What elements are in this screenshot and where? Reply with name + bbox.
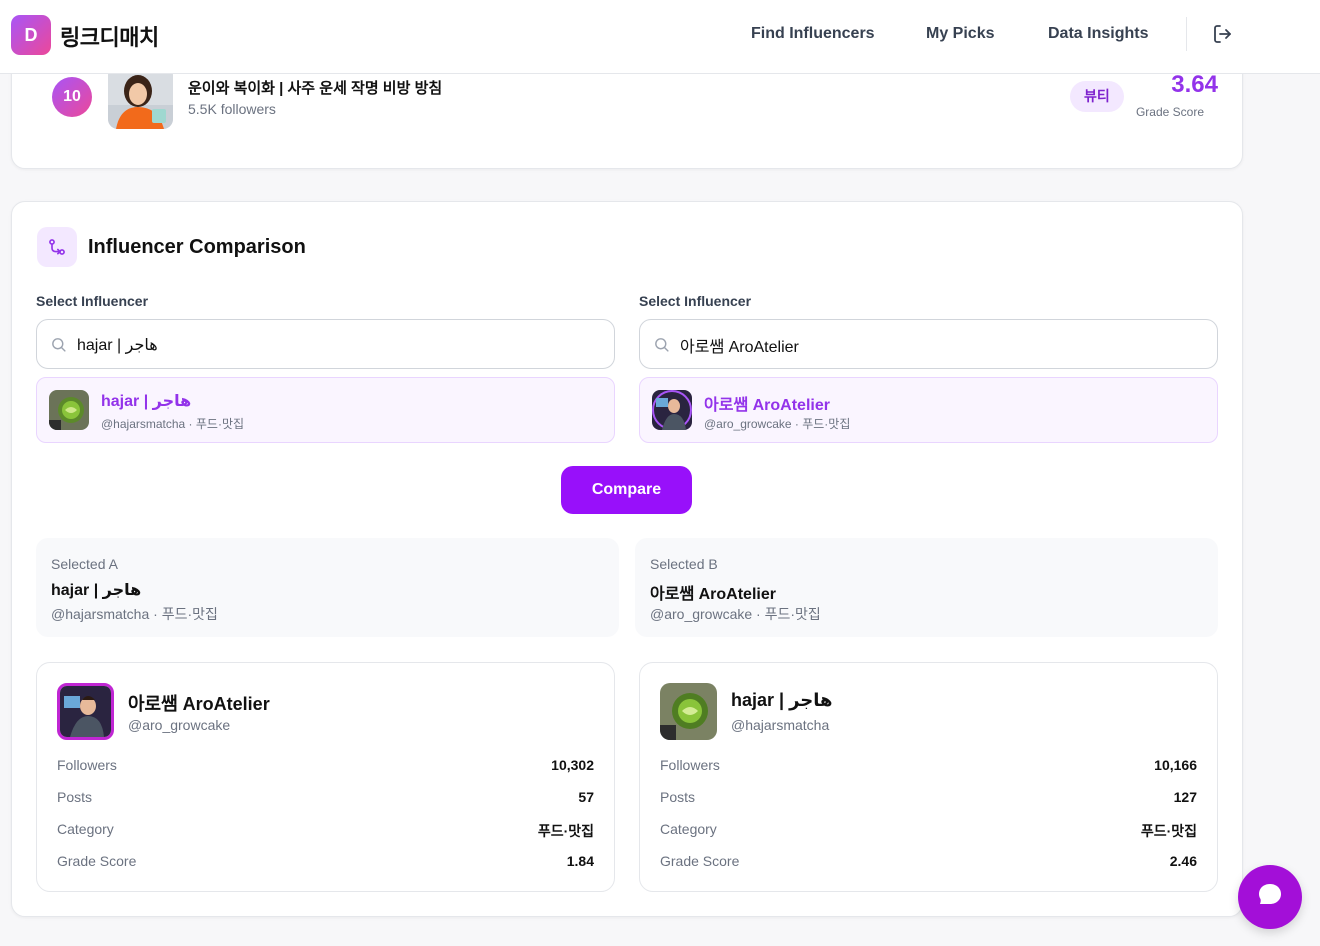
result-name-b: 아로쌤 AroAtelier <box>704 397 830 414</box>
search-input-a[interactable] <box>77 332 597 358</box>
selected-a-summary: Selected A hajar | هاجر @hajarsmatcha · … <box>36 538 619 637</box>
avatar <box>108 65 173 129</box>
category-badge: 뷰티 <box>1070 81 1124 112</box>
stat-row-grade-score: Grade Score 1.84 <box>57 853 594 875</box>
search-result-b[interactable]: 아로쌤 AroAtelier @aro_growcake · 푸드·맛집 <box>639 377 1218 443</box>
stat-card-handle: @hajarsmatcha <box>731 717 830 733</box>
search-result-a[interactable]: hajar | هاجر @hajarsmatcha · 푸드·맛집 <box>36 377 615 443</box>
stat-row-followers: Followers 10,166 <box>660 757 1197 779</box>
influencer-stat-card: hajar | هاجر @hajarsmatcha Followers 10,… <box>639 662 1218 892</box>
stat-value: 57 <box>578 789 594 805</box>
result-meta-b: @aro_growcake · 푸드·맛집 <box>704 417 851 431</box>
compare-icon <box>37 227 77 267</box>
stat-value: 푸드·맛집 <box>1140 823 1197 839</box>
avatar <box>49 390 89 430</box>
search-field-b[interactable] <box>639 319 1218 369</box>
selected-b-summary: Selected B 아로쌤 AroAtelier @aro_growcake … <box>635 538 1218 637</box>
stat-value: 푸드·맛집 <box>537 823 594 839</box>
stat-label: Followers <box>660 757 720 773</box>
selected-b-name: 아로쌤 AroAtelier <box>650 586 776 603</box>
stat-row-category: Category 푸드·맛집 <box>57 821 594 843</box>
stat-row-category: Category 푸드·맛집 <box>660 821 1197 843</box>
stat-label: Grade Score <box>57 853 137 869</box>
divider <box>1186 17 1187 51</box>
stat-value: 1.84 <box>566 853 594 869</box>
grade-score-label: Grade Score <box>1135 105 1204 119</box>
app-name[interactable]: 링크디매치 <box>60 20 159 52</box>
top-nav: D 링크디매치 Find Influencers My Picks Data I… <box>0 0 1320 74</box>
nav-my-picks[interactable]: My Picks <box>926 25 994 43</box>
selected-a-label: Selected A <box>51 556 118 572</box>
selected-b-meta: @aro_growcake · 푸드·맛집 <box>650 606 821 622</box>
ranking-followers: 5.5K followers <box>188 101 276 117</box>
stat-value: 127 <box>1173 789 1197 805</box>
result-name-a: hajar | هاجر <box>101 393 192 410</box>
stat-card-handle: @aro_growcake <box>128 717 231 733</box>
stat-card-name: hajar | هاجر <box>731 690 833 710</box>
avatar <box>57 683 114 740</box>
avatar <box>660 683 717 740</box>
comparison-card: Influencer Comparison Select Influencer … <box>11 201 1243 917</box>
stat-row-posts: Posts 127 <box>660 789 1197 811</box>
stat-label: Posts <box>660 789 696 805</box>
logout-icon[interactable] <box>1211 22 1237 48</box>
chat-icon <box>1257 882 1283 913</box>
stat-label: Category <box>660 821 717 837</box>
stat-label: Posts <box>57 789 93 805</box>
selected-a-meta: @hajarsmatcha · 푸드·맛집 <box>51 606 218 622</box>
search-icon <box>50 336 67 353</box>
stat-value: 2.46 <box>1169 853 1197 869</box>
result-meta-a: @hajarsmatcha · 푸드·맛집 <box>101 417 245 431</box>
stat-card-name: 아로쌤 AroAtelier <box>128 694 270 714</box>
search-icon <box>653 336 670 353</box>
stat-row-posts: Posts 57 <box>57 789 594 811</box>
stat-value: 10,166 <box>1154 757 1197 773</box>
compare-button[interactable]: Compare <box>561 466 692 514</box>
avatar <box>652 390 692 430</box>
chat-button[interactable] <box>1238 865 1302 929</box>
stat-label: Followers <box>57 757 117 773</box>
grade-score-value: 3.64 <box>1171 71 1218 98</box>
influencer-stat-card: 아로쌤 AroAtelier @aro_growcake Followers 1… <box>36 662 615 892</box>
select-label-a: Select Influencer <box>36 293 149 309</box>
selected-a-name: hajar | هاجر <box>51 582 142 599</box>
logo[interactable]: D <box>11 15 51 55</box>
rank-badge: 10 <box>52 77 92 117</box>
select-label-b: Select Influencer <box>639 293 752 309</box>
stat-label: Category <box>57 821 114 837</box>
stat-row-followers: Followers 10,302 <box>57 757 594 779</box>
stat-value: 10,302 <box>551 757 594 773</box>
selected-b-label: Selected B <box>650 556 718 572</box>
section-title: Influencer Comparison <box>88 236 306 258</box>
search-field-a[interactable] <box>36 319 615 369</box>
search-input-b[interactable] <box>680 332 1200 358</box>
nav-find-influencers[interactable]: Find Influencers <box>751 25 875 43</box>
ranking-name[interactable]: 운이와 복이화 | 사주 운세 작명 비방 방침 <box>188 77 442 98</box>
stat-row-grade-score: Grade Score 2.46 <box>660 853 1197 875</box>
stat-label: Grade Score <box>660 853 740 869</box>
nav-data-insights[interactable]: Data Insights <box>1048 25 1148 43</box>
